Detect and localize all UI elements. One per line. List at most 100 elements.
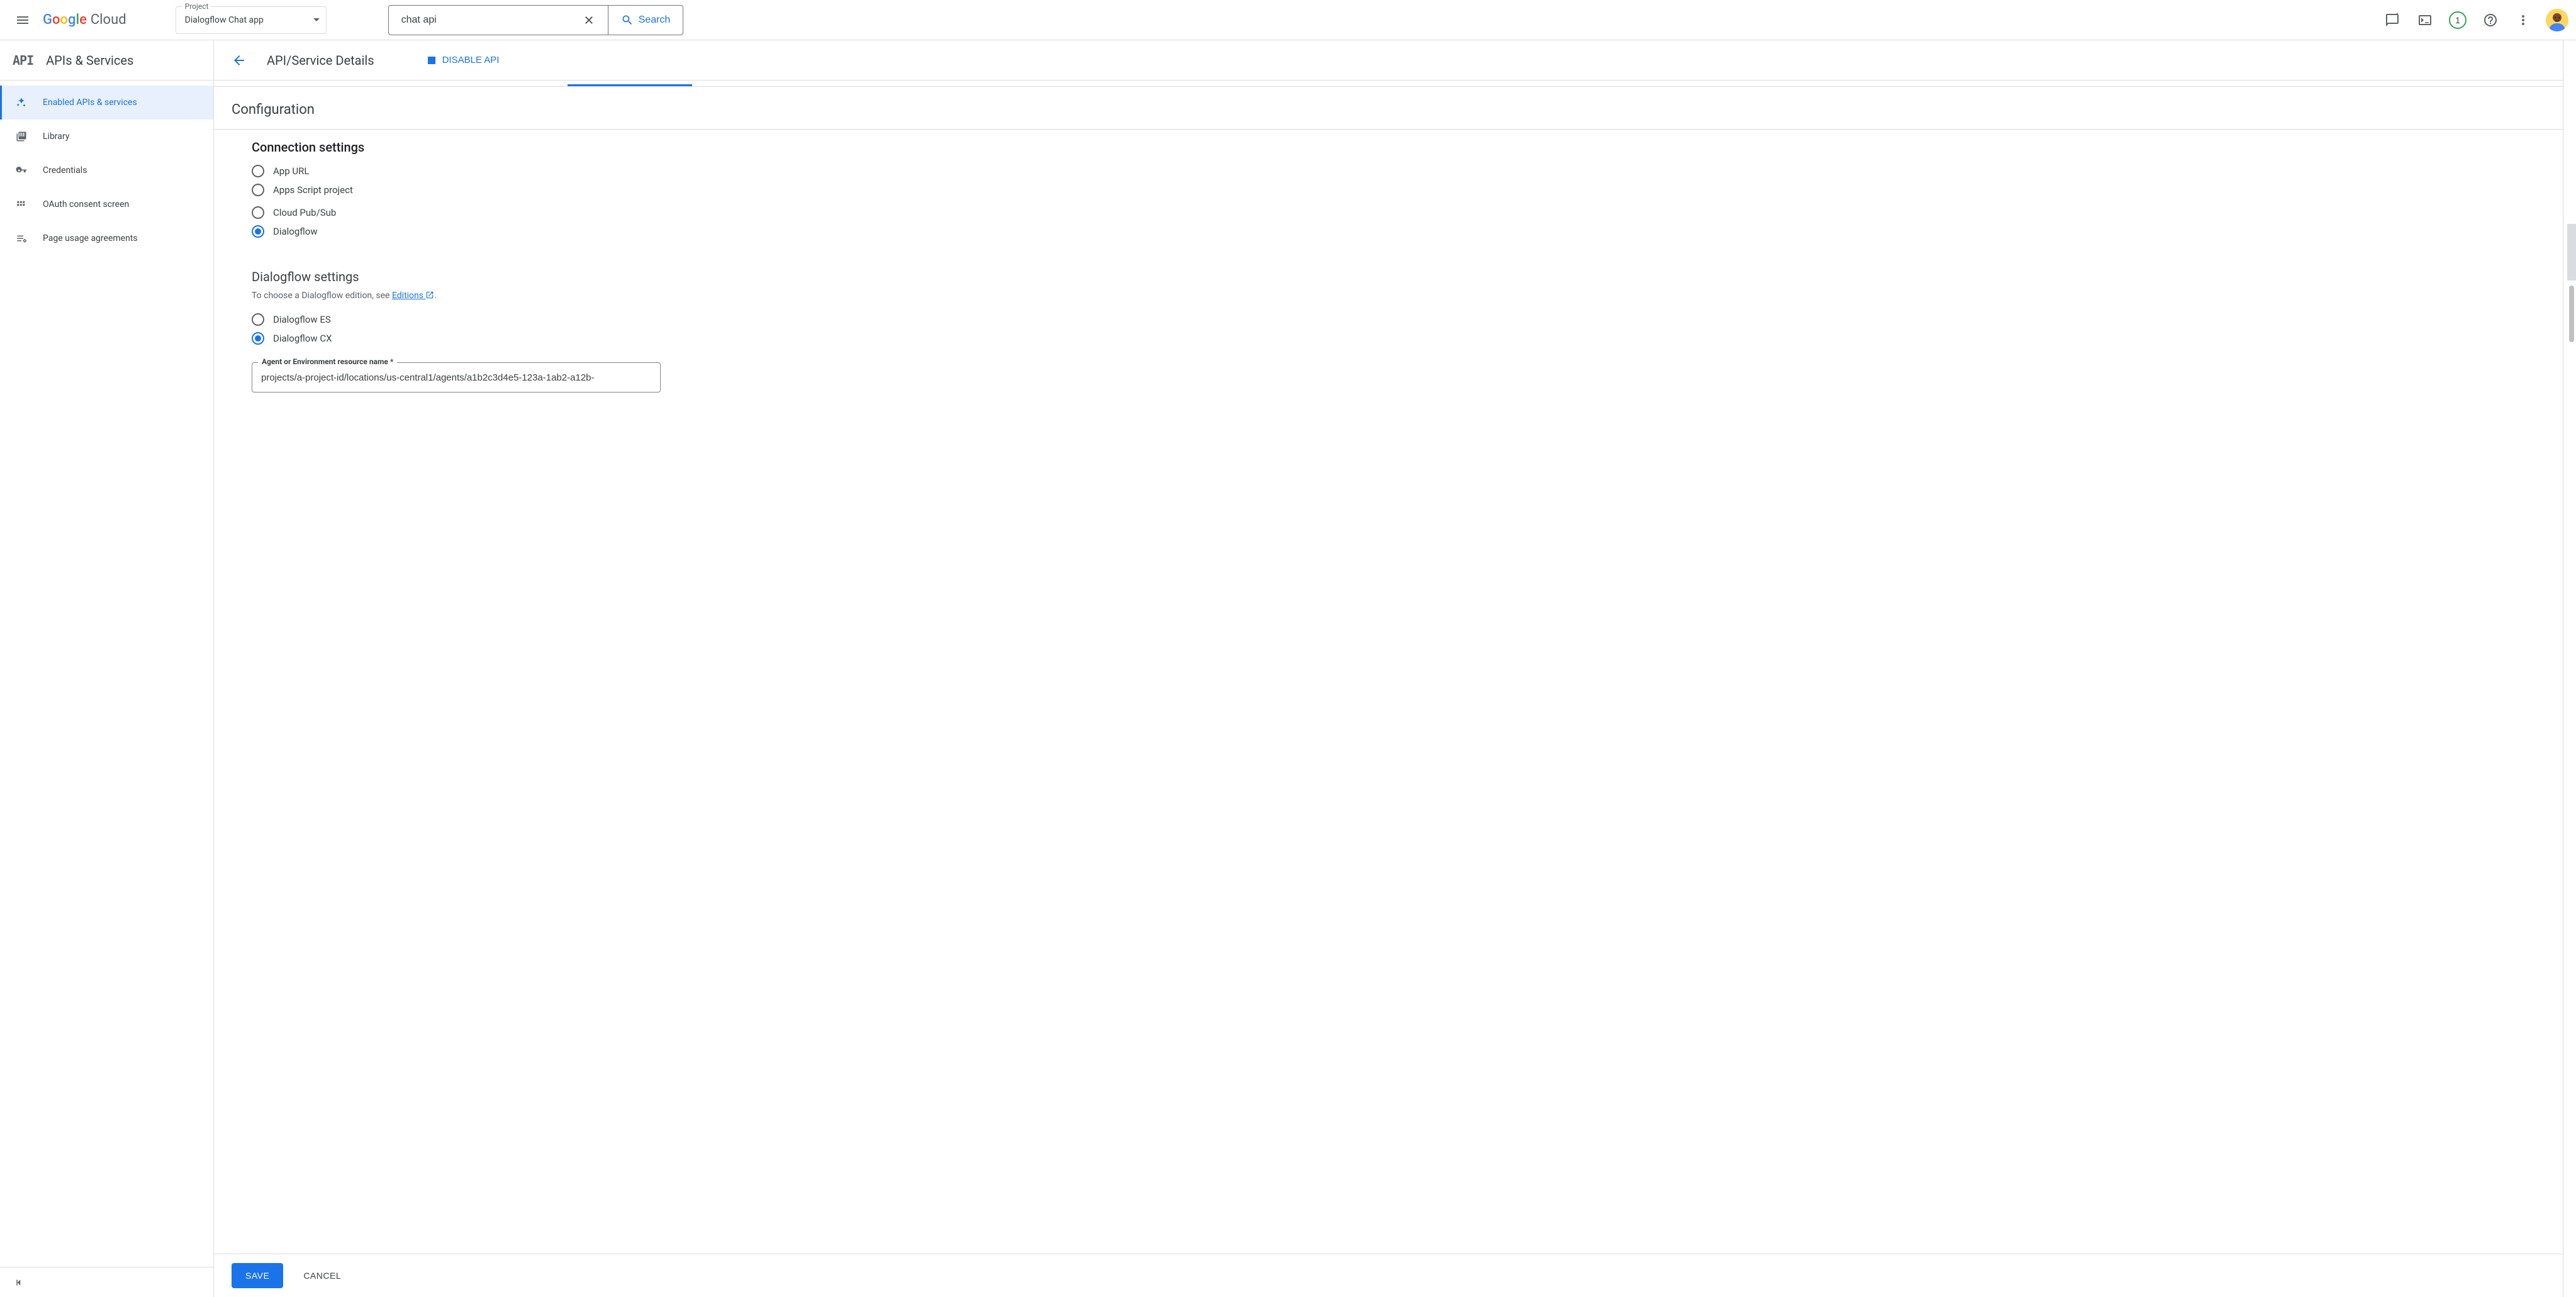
radio-label: Dialogflow ES (273, 314, 331, 325)
search-clear-button[interactable] (578, 9, 600, 31)
config-body: Connection settings App URL Apps Script … (214, 129, 2563, 430)
hamburger-icon (15, 13, 30, 28)
helper-suffix: . (434, 291, 437, 301)
radio-dialogflow-es[interactable]: Dialogflow ES (252, 313, 2563, 326)
scroll-thumb-inner[interactable] (2569, 286, 2574, 342)
left-nav-footer (0, 1267, 213, 1297)
radio-app-url[interactable]: App URL (252, 165, 2563, 177)
tab-line (214, 81, 2563, 87)
radio-icon (252, 313, 264, 326)
agent-resource-label: Agent or Environment resource name * (258, 357, 397, 366)
helper-prefix: To choose a Dialogflow edition, see (252, 291, 392, 301)
radio-label: Cloud Pub/Sub (273, 207, 336, 218)
more-button[interactable] (2508, 5, 2538, 35)
top-right-actions: 1 (2377, 5, 2568, 35)
connection-radio-group: App URL Apps Script project Cloud Pub/Su… (252, 165, 2563, 238)
top-bar: Google Cloud Project Dialogflow Chat app… (0, 0, 2576, 40)
nav-item-label: Credentials (43, 165, 87, 175)
radio-apps-script[interactable]: Apps Script project (252, 184, 2563, 196)
connection-settings-title: Connection settings (252, 140, 2563, 155)
save-button[interactable]: SAVE (232, 1263, 283, 1288)
disable-api-button[interactable]: DISABLE API (427, 55, 500, 65)
search-button[interactable]: Search (608, 6, 683, 35)
search-input-wrap (389, 6, 608, 35)
cloud-shell-button[interactable] (2410, 5, 2440, 35)
search-icon (621, 14, 634, 26)
notifications-button[interactable]: 1 (2443, 5, 2473, 35)
nav-item-label: OAuth consent screen (43, 199, 129, 209)
dialogflow-helper-text: To choose a Dialogflow edition, see Edit… (252, 291, 2563, 301)
account-avatar[interactable] (2546, 9, 2568, 31)
page-title: API/Service Details (267, 53, 374, 68)
radio-label: App URL (273, 165, 309, 177)
radio-dialogflow-cx[interactable]: Dialogflow CX (252, 332, 2563, 345)
configuration-title: Configuration (214, 102, 2563, 129)
search-button-label: Search (639, 14, 671, 26)
arrow-back-icon (232, 53, 247, 68)
help-button[interactable] (2475, 5, 2506, 35)
footer-bar: SAVE CANCEL (214, 1254, 2563, 1297)
nav-item-library[interactable]: Library (0, 120, 213, 153)
dialogflow-edition-radio-group: Dialogflow ES Dialogflow CX (252, 313, 2563, 345)
scroll-track[interactable] (2563, 40, 2576, 1297)
radio-icon (252, 184, 264, 196)
content-scroll: Configuration Connection settings App UR… (214, 87, 2563, 1254)
radio-dialogflow[interactable]: Dialogflow (252, 225, 2563, 238)
radio-pubsub[interactable]: Cloud Pub/Sub (252, 206, 2563, 219)
project-picker-value: Dialogflow Chat app (185, 15, 264, 25)
terminal-icon (2417, 13, 2433, 28)
help-icon (2483, 13, 2498, 28)
left-nav-items: Enabled APIs & services Library Credenti… (0, 81, 213, 1267)
project-picker-label: Project (182, 2, 211, 11)
notification-badge: 1 (2449, 11, 2467, 29)
left-nav: API APIs & Services Enabled APIs & servi… (0, 40, 214, 1297)
radio-label: Apps Script project (273, 184, 353, 196)
nav-item-oauth-consent[interactable]: OAuth consent screen (0, 187, 213, 221)
google-cloud-logo[interactable]: Google Cloud (43, 12, 126, 28)
search-input[interactable] (401, 14, 578, 26)
right-scrollbar-stub (2563, 40, 2576, 1297)
enabled-apis-icon (15, 97, 28, 108)
left-nav-header: API APIs & Services (0, 40, 213, 81)
radio-icon (252, 206, 264, 219)
scroll-thumb[interactable] (2567, 224, 2576, 281)
collapse-nav-button[interactable] (8, 1271, 30, 1294)
nav-item-enabled-apis[interactable]: Enabled APIs & services (0, 86, 213, 120)
key-icon (15, 165, 28, 176)
back-button[interactable] (227, 48, 252, 73)
cloud-wordmark: Cloud (91, 12, 126, 28)
nav-item-label: Page usage agreements (43, 233, 138, 243)
editions-link[interactable]: Editions (392, 291, 435, 301)
api-logo-icon: API (13, 53, 33, 68)
dialogflow-settings-title: Dialogflow settings (252, 269, 2563, 284)
radio-label: Dialogflow (273, 226, 318, 237)
radio-icon (252, 225, 264, 238)
nav-item-label: Enabled APIs & services (43, 97, 137, 108)
chat-button[interactable] (2377, 5, 2407, 35)
search-bar: Search (388, 5, 684, 35)
main-header: API/Service Details DISABLE API (214, 40, 2563, 81)
agent-resource-input[interactable] (252, 362, 661, 392)
disable-api-label: DISABLE API (442, 55, 500, 65)
caret-down-icon (313, 18, 320, 21)
left-nav-title: APIs & Services (46, 53, 133, 68)
radio-icon (252, 332, 264, 345)
chat-icon (2385, 13, 2400, 28)
google-wordmark: Google (43, 12, 87, 28)
agreements-icon (15, 233, 28, 244)
cancel-button[interactable]: CANCEL (303, 1271, 341, 1281)
nav-item-credentials[interactable]: Credentials (0, 153, 213, 187)
consent-screen-icon (15, 199, 28, 210)
radio-icon (252, 165, 264, 177)
chevron-left-icon (13, 1277, 25, 1288)
external-link-icon (425, 291, 434, 299)
project-picker[interactable]: Project Dialogflow Chat app (176, 6, 327, 34)
agent-resource-field: Agent or Environment resource name * (252, 362, 661, 392)
nav-item-label: Library (43, 131, 69, 142)
hamburger-menu-button[interactable] (8, 5, 38, 35)
stop-icon (427, 56, 436, 65)
nav-item-page-usage[interactable]: Page usage agreements (0, 221, 213, 255)
more-vert-icon (2516, 13, 2531, 28)
main-content: API/Service Details DISABLE API Configur… (214, 40, 2563, 1297)
library-icon (15, 131, 28, 142)
